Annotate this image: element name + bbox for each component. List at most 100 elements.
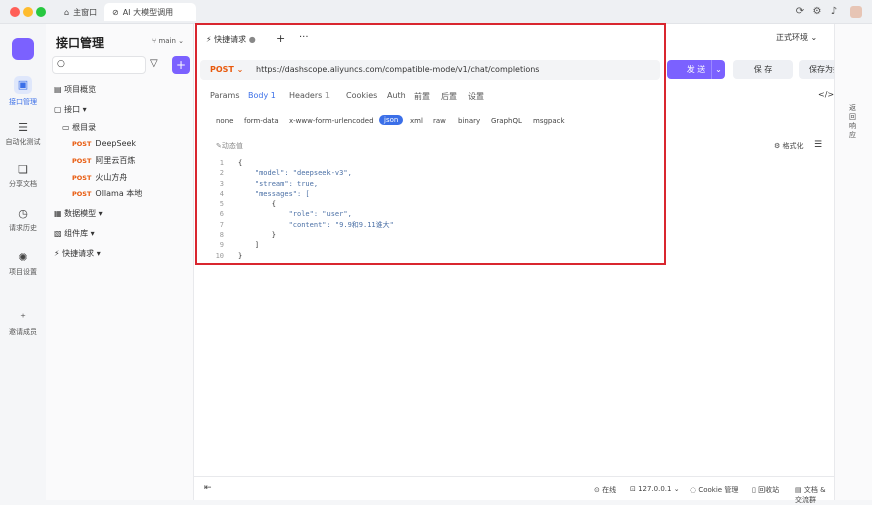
code-line: 7 "content": "9.9和9.11谁大" — [219, 220, 394, 229]
tab-params[interactable]: Params — [210, 91, 240, 100]
body-type-urlencoded[interactable]: x-www-form-urlencoded — [289, 117, 374, 125]
tab-quick-request[interactable]: ⚡ 快捷请求 ● — [206, 34, 256, 45]
host-selector[interactable]: ⊡ 127.0.0.1 ⌄ — [630, 485, 680, 493]
tab-pre[interactable]: 前置 — [414, 91, 430, 102]
host-icon: ⊡ — [630, 485, 639, 493]
settings-icon: ✺ — [18, 251, 28, 264]
title-bar: ⌂ 主窗口 ⊘ AI 大模型调用 ⟳ ⚙ ♪ — [0, 0, 872, 24]
tree-item-data-model[interactable]: ▦ 数据模型 ▾ — [54, 208, 103, 219]
branch-selector[interactable]: ⑂ main ⌄ — [152, 37, 184, 45]
nav-auto-test[interactable]: ☰ 自动化测试 — [0, 122, 46, 147]
quick-icon: ⚡ — [206, 35, 215, 44]
code-line: 3 "stream": true, — [219, 179, 319, 188]
tree-item-root[interactable]: ▭ 根目录 — [62, 122, 96, 133]
response-panel-collapsed[interactable]: 返回响应 — [834, 24, 872, 500]
dynamic-value-button[interactable]: ✎动态值 — [216, 141, 243, 151]
code-line: 2 "model": "deepseek-v3", — [219, 169, 352, 178]
collapse-sidebar-icon[interactable]: ⇤ — [204, 483, 212, 493]
link-icon: ⊘ — [112, 7, 119, 17]
more-icon[interactable]: ··· — [299, 32, 309, 43]
docs-button[interactable]: ▤ 文档 & 交流群 — [795, 485, 834, 505]
home-icon: ⌂ — [64, 7, 70, 17]
search-icon: ○ — [57, 59, 65, 69]
status-icon: ⊙ — [594, 486, 603, 494]
format-button[interactable]: ⚙ 格式化 — [774, 141, 804, 151]
code-line: 5 { — [219, 200, 276, 209]
code-line: 4 "messages": [ — [219, 189, 310, 198]
url-input[interactable]: https://dashscope.aliyuncs.com/compatibl… — [256, 65, 539, 74]
body-type-form-data[interactable]: form-data — [244, 117, 279, 125]
nav-api-management[interactable]: ▣ 接口管理 — [0, 76, 46, 107]
tree-item-overview[interactable]: ▤ 项目概览 — [54, 84, 96, 95]
folder-icon: ▢ — [54, 105, 65, 114]
tab-body[interactable]: Body 1 — [248, 91, 276, 100]
tab-settings[interactable]: 设置 — [468, 91, 484, 102]
code-icon[interactable]: </> — [818, 90, 834, 99]
code-line: 6 "role": "user", — [219, 210, 352, 219]
code-line: 10} — [215, 251, 243, 260]
folder-icon: ▭ — [62, 123, 73, 132]
body-type-raw[interactable]: raw — [433, 117, 446, 125]
gear-icon[interactable]: ⚙ — [811, 6, 823, 18]
filter-icon[interactable]: ▽ — [150, 58, 158, 69]
quick-icon: ⚡ — [54, 249, 63, 258]
maximize-window-button[interactable] — [36, 7, 46, 17]
test-icon: ☰ — [18, 121, 28, 134]
tab-cookies[interactable]: Cookies — [346, 91, 377, 100]
search-input[interactable]: ○ — [52, 56, 146, 74]
docs-icon: ▤ — [795, 486, 804, 494]
tree-item-quick-request[interactable]: ⚡ 快捷请求 ▾ — [54, 248, 101, 259]
format-icon: ⚙ — [774, 142, 783, 150]
tab-ai-model[interactable]: ⊘ AI 大模型调用 — [104, 3, 196, 21]
endpoint-item[interactable]: POST 阿里云百炼 — [72, 155, 135, 166]
send-button[interactable]: 发 送 ⌄ — [667, 60, 725, 79]
tab-headers[interactable]: Headers 1 — [289, 91, 330, 100]
new-tab-button[interactable]: + — [276, 32, 285, 45]
app-logo — [12, 38, 34, 60]
code-line: 1{ — [219, 159, 243, 167]
url-bar[interactable]: POST ⌄ https://dashscope.aliyuncs.com/co… — [200, 60, 660, 80]
trash-button[interactable]: ▯ 回收站 — [752, 485, 779, 495]
tree-item-components[interactable]: ▧ 组件库 ▾ — [54, 228, 95, 239]
book-icon: ❏ — [18, 163, 28, 176]
save-button[interactable]: 保 存 — [733, 60, 793, 79]
close-window-button[interactable] — [10, 7, 20, 17]
send-options-icon[interactable]: ⌄ — [711, 60, 725, 79]
method-selector[interactable]: POST ⌄ — [210, 65, 243, 74]
wrap-icon[interactable]: ☰ — [814, 140, 822, 150]
code-line: 8 } — [219, 231, 276, 240]
endpoint-item[interactable]: POST Ollama 本地 — [72, 188, 142, 199]
online-status[interactable]: ⊙ 在线 — [594, 485, 616, 495]
cookie-manager[interactable]: ◌ Cookie 管理 — [690, 485, 738, 495]
nav-settings[interactable]: ✺ 项目设置 — [0, 252, 46, 277]
page-title: 接口管理 — [56, 36, 105, 50]
status-bar: ⇤ ⊙ 在线 ⊡ 127.0.0.1 ⌄ ◌ Cookie 管理 ▯ 回收站 ▤… — [194, 476, 834, 504]
bell-icon[interactable]: ♪ — [828, 6, 840, 18]
body-type-binary[interactable]: binary — [458, 117, 480, 125]
nav-invite[interactable]: ⁺ 邀请成员 — [0, 312, 46, 337]
add-user-icon: ⁺ — [20, 311, 26, 324]
app-navbar: ▣ 接口管理 ☰ 自动化测试 ❏ 分享文档 ◷ 请求历史 ✺ 项目设置 ⁺ 邀请成员 — [0, 24, 46, 500]
body-type-none[interactable]: none — [216, 117, 233, 125]
body-type-msgpack[interactable]: msgpack — [533, 117, 565, 125]
tab-auth[interactable]: Auth — [387, 91, 406, 100]
tab-main-window[interactable]: ⌂ 主窗口 — [56, 3, 105, 21]
component-icon: ▧ — [54, 229, 65, 238]
body-type-json[interactable]: json — [379, 115, 404, 125]
refresh-icon[interactable]: ⟳ — [794, 6, 806, 18]
nav-history[interactable]: ◷ 请求历史 — [0, 208, 46, 233]
tree-item-api[interactable]: ▢ 接口 ▾ — [54, 104, 87, 115]
api-sidebar: 接口管理 ⑂ main ⌄ ○ ▽ + ▤ 项目概览 ▢ 接口 ▾ ▭ 根目录 … — [46, 24, 194, 500]
minimize-window-button[interactable] — [23, 7, 33, 17]
nav-share-docs[interactable]: ❏ 分享文档 — [0, 164, 46, 189]
add-button[interactable]: + — [172, 56, 190, 74]
overview-icon: ▤ — [54, 85, 65, 94]
body-type-graphql[interactable]: GraphQL — [491, 117, 522, 125]
json-editor[interactable]: 1{ 2 "model": "deepseek-v3", 3 "stream":… — [212, 158, 394, 261]
avatar[interactable] — [850, 6, 862, 18]
environment-selector[interactable]: 正式环境 ⌄ — [776, 32, 817, 43]
body-type-xml[interactable]: xml — [410, 117, 423, 125]
tab-post[interactable]: 后置 — [441, 91, 457, 102]
endpoint-item[interactable]: POST 火山方舟 — [72, 172, 127, 183]
endpoint-item[interactable]: POST DeepSeek — [72, 139, 136, 148]
